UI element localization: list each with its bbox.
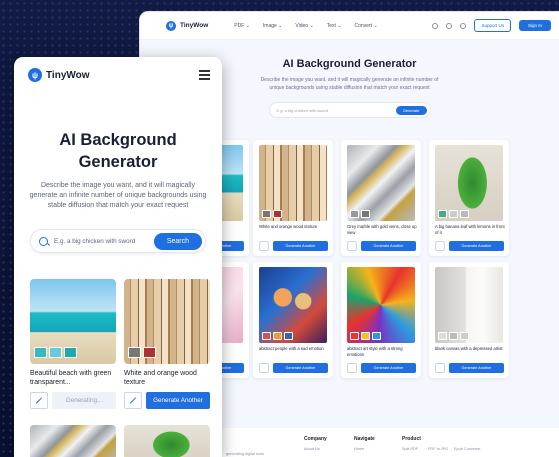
menu-convert[interactable]: Convert ⌄	[354, 23, 377, 29]
footer-heading: Company	[304, 436, 327, 442]
footer-heading: Navigate	[354, 436, 375, 442]
main-menu: PDF ⌄ Image ⌄ Video ⌄ Text ⌄ Convert ⌄	[234, 23, 377, 29]
open-icon[interactable]	[259, 363, 269, 373]
result-caption: Grey marble with gold veins, close up vi…	[347, 224, 417, 235]
page-description: Describe the image you want, and it will…	[29, 182, 207, 209]
history-icon[interactable]	[446, 22, 453, 29]
result-caption: blank canvas with a depressed artist	[435, 346, 503, 351]
open-icon[interactable]	[347, 363, 357, 373]
mobile-result-card: White and orange wood texture Generate A…	[124, 279, 210, 409]
sign-in-button[interactable]: Sign In	[518, 20, 551, 31]
footer-heading: Product	[402, 436, 421, 442]
result-card: blank canvas with a depressed artist Gen…	[429, 262, 509, 378]
page-title: AI Background Generator	[28, 129, 208, 173]
result-image[interactable]	[259, 145, 327, 221]
result-image[interactable]	[30, 279, 116, 364]
result-image[interactable]	[347, 145, 415, 221]
page-description: Describe the image you want, and it will…	[260, 77, 439, 91]
result-card: White and orange wood texture Generate A…	[253, 140, 333, 256]
result-caption: abstract people with a sad emotion	[259, 346, 324, 351]
generate-another-button[interactable]: Generate Another	[273, 241, 328, 251]
result-caption: A big banana leaf with lemons in front o…	[435, 224, 505, 235]
mobile-search-bar: E.g. a big chicken with sword Search	[30, 229, 206, 253]
title-line-1: AI Background	[59, 131, 177, 149]
result-caption: Beautiful beach with green transparent..…	[30, 370, 112, 386]
generate-another-button[interactable]: Generate Another	[449, 241, 504, 251]
menu-video[interactable]: Video ⌄	[295, 23, 313, 29]
mobile-search-input[interactable]: E.g. a big chicken with sword	[54, 238, 135, 245]
result-image[interactable]	[435, 145, 503, 221]
generate-another-button[interactable]: Generate Another	[273, 363, 328, 373]
result-image[interactable]	[124, 279, 210, 364]
desktop-navbar: ψ TinyWow PDF ⌄ Image ⌄ Video ⌄ Text ⌄ C…	[140, 12, 559, 40]
generate-another-button[interactable]: Generate Another	[449, 363, 504, 373]
support-us-button[interactable]: Support Us	[474, 19, 511, 32]
open-icon[interactable]	[124, 392, 142, 409]
tinywow-logo-icon: ψ	[166, 20, 176, 31]
nav-actions: Support Us Sign In	[432, 19, 551, 32]
hamburger-menu-icon[interactable]	[199, 70, 210, 80]
tinywow-logo-icon: ψ	[28, 68, 42, 82]
open-icon[interactable]	[435, 363, 445, 373]
footer-navigate: Navigate Home	[354, 436, 375, 454]
brand-logo[interactable]: ψ TinyWow	[166, 20, 209, 31]
generate-another-button[interactable]: Generate Another	[361, 241, 416, 251]
result-caption: White and orange wood texture	[259, 224, 318, 229]
desktop-generate-button[interactable]: Generate	[395, 105, 427, 115]
open-icon[interactable]	[347, 241, 357, 251]
mobile-result-card: Beautiful beach with green transparent..…	[30, 279, 116, 409]
footer-link[interactable]: Home	[354, 447, 375, 451]
menu-text[interactable]: Text ⌄	[327, 23, 342, 29]
result-image[interactable]	[259, 267, 327, 343]
mobile-search-button[interactable]: Search	[153, 232, 202, 250]
open-icon[interactable]	[30, 392, 48, 409]
footer-link[interactable]: About Us	[304, 447, 327, 451]
brand-name: TinyWow	[180, 22, 209, 29]
menu-image[interactable]: Image ⌄	[263, 23, 283, 29]
menu-pdf[interactable]: PDF ⌄	[234, 23, 250, 29]
result-caption: abstract art style with a strong emotion…	[347, 346, 403, 357]
result-card: A big banana leaf with lemons in front o…	[429, 140, 509, 256]
open-icon[interactable]	[259, 241, 269, 251]
desktop-search-bar: E.g. a big chicken with sword Generate	[268, 102, 431, 118]
result-image[interactable]	[30, 425, 116, 457]
generate-another-button[interactable]: Generate Another	[361, 363, 416, 373]
dark-mode-icon[interactable]	[432, 22, 439, 29]
result-image[interactable]	[435, 267, 503, 343]
search-icon	[39, 236, 48, 246]
result-caption: White and orange wood texture	[124, 370, 197, 386]
generate-another-button[interactable]: Generate Another	[146, 392, 210, 409]
footer-product-more: Epub Converter	[454, 447, 481, 454]
footer-link[interactable]: PDF to JPG	[428, 447, 448, 451]
brand-name: TinyWow	[46, 69, 90, 81]
title-line-2: Generator	[78, 153, 158, 171]
result-card: Grey marble with gold veins, close up vi…	[341, 140, 421, 256]
generating-button: Generating...	[52, 392, 116, 409]
footer-product-more: PDF to JPG	[428, 447, 448, 454]
result-card: abstract art style with a strong emotion…	[341, 262, 421, 378]
desktop-search-input[interactable]: E.g. a big chicken with sword	[277, 108, 329, 113]
share-icon[interactable]	[460, 22, 467, 29]
brand-logo[interactable]: ψ TinyWow	[28, 68, 90, 82]
result-card: abstract people with a sad emotion Gener…	[253, 262, 333, 378]
footer-link[interactable]: Epub Converter	[454, 447, 481, 451]
result-image[interactable]	[347, 267, 415, 343]
open-icon[interactable]	[435, 241, 445, 251]
footer-product: Product Split PDF	[402, 436, 421, 454]
result-image[interactable]	[124, 425, 210, 457]
mobile-hero: AI Background Generator Describe the ima…	[14, 93, 222, 211]
footer-tagline: generating digital tools	[226, 452, 264, 456]
footer-company: Company About Us	[304, 436, 327, 454]
mobile-header: ψ TinyWow	[14, 57, 222, 93]
mobile-page: ψ TinyWow AI Background Generator Descri…	[14, 57, 222, 457]
footer-link[interactable]: Split PDF	[402, 447, 421, 451]
